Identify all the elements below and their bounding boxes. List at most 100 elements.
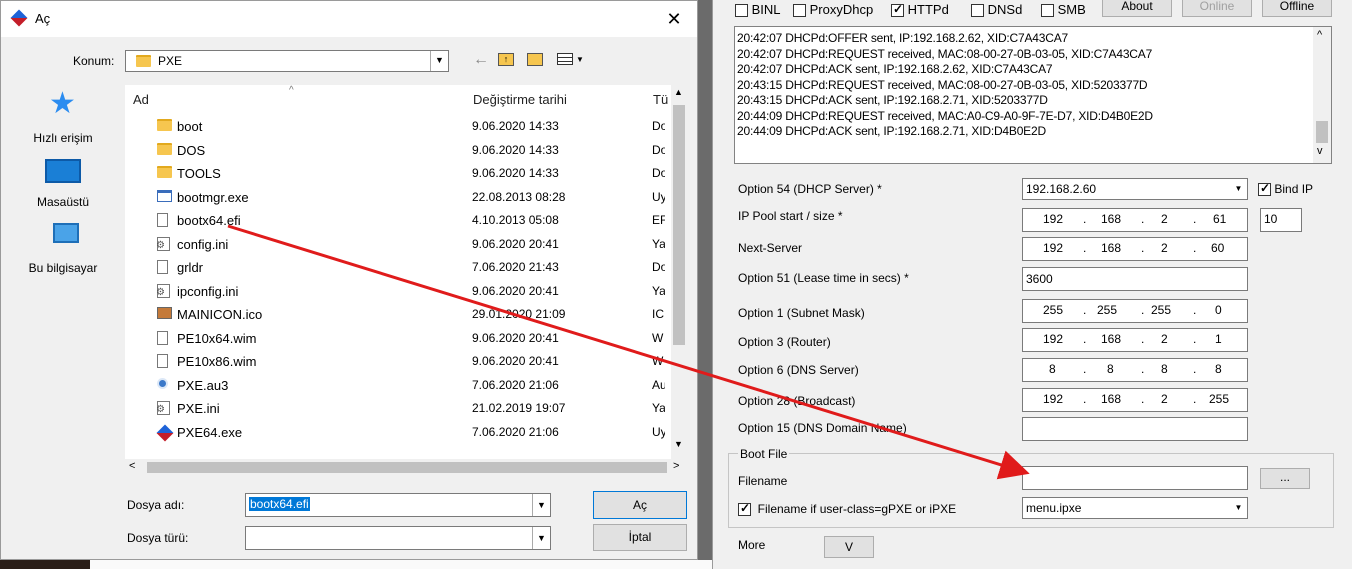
scroll-left-icon[interactable]: < [129, 460, 135, 472]
scroll-right-icon[interactable]: > [673, 460, 679, 472]
chevron-down-icon[interactable]: ▼ [532, 494, 550, 516]
ip-octet[interactable]: 0 [1215, 303, 1222, 317]
file-row[interactable]: PXE64.exe 7.06.2020 21:06 Uy [125, 421, 665, 444]
new-folder-icon[interactable] [527, 53, 543, 66]
ip-octet[interactable]: 192 [1043, 332, 1063, 346]
ip-octet[interactable]: 255 [1043, 303, 1063, 317]
ip-octet[interactable]: 192 [1043, 392, 1063, 406]
bind-ip-checkbox[interactable] [1258, 181, 1271, 197]
boot-filename-field[interactable] [1022, 466, 1248, 490]
place-desktop[interactable]: Masaüstü [9, 157, 117, 212]
file-row[interactable]: PE10x86.wim 9.06.2020 20:41 W [125, 350, 665, 373]
ip-octet[interactable]: 255 [1209, 392, 1229, 406]
ip-octet[interactable]: 192 [1043, 241, 1063, 255]
browse-button[interactable]: ... [1260, 468, 1310, 489]
scroll-down-icon[interactable]: ▼ [674, 439, 683, 449]
service-proxydhcp[interactable]: ProxyDhcp [793, 2, 873, 18]
cancel-button[interactable]: İptal [593, 524, 687, 551]
proxydhcp-checkbox[interactable] [793, 4, 806, 18]
ip-octet[interactable]: 8 [1215, 362, 1222, 376]
bind-ip-toggle[interactable]: Bind IP [1258, 181, 1313, 197]
ip-octet[interactable]: 168 [1101, 241, 1121, 255]
horizontal-scrollbar-thumb[interactable] [147, 462, 667, 473]
place-quick-access[interactable]: ★ Hızlı erişim [9, 87, 117, 149]
ip-octet[interactable]: 2 [1161, 332, 1168, 346]
file-row[interactable]: PXE.ini 21.02.2019 19:07 Ya [125, 397, 665, 420]
smb-checkbox[interactable] [1041, 4, 1054, 18]
ip-octet[interactable]: 168 [1101, 392, 1121, 406]
ip-octet[interactable]: 168 [1101, 332, 1121, 346]
filetype-combobox[interactable]: ▼ [245, 526, 551, 550]
file-row[interactable]: config.ini 9.06.2020 20:41 Ya [125, 233, 665, 256]
column-header-type[interactable]: Tü [653, 92, 668, 107]
scroll-up-icon[interactable]: ^ [1317, 29, 1322, 41]
chevron-down-icon[interactable]: ▼ [532, 527, 550, 549]
ip-octet[interactable]: 1 [1215, 332, 1222, 346]
httpd-checkbox[interactable] [891, 2, 904, 18]
location-combobox[interactable]: PXE ▼ [125, 50, 449, 72]
open-button[interactable]: Aç [593, 491, 687, 519]
pool-start-ip-field[interactable]: 192. 168. 2. 61 [1022, 208, 1248, 232]
place-this-pc[interactable]: Bu bilgisayar [9, 221, 117, 279]
file-row[interactable]: grldr 7.06.2020 21:43 Do [125, 256, 665, 279]
ip-octet[interactable]: 2 [1161, 212, 1168, 226]
ip-octet[interactable]: 60 [1211, 241, 1224, 255]
ipxe-filename-toggle[interactable]: Filename if user-class=gPXE or iPXE [738, 501, 956, 517]
chevron-down-icon[interactable]: ▼ [430, 51, 448, 71]
scroll-down-icon[interactable]: v [1317, 145, 1323, 157]
ip-octet[interactable]: 2 [1161, 241, 1168, 255]
binl-checkbox[interactable] [735, 4, 748, 18]
online-button[interactable]: Online [1182, 0, 1252, 17]
pool-size-field[interactable]: 10 [1260, 208, 1302, 232]
file-row[interactable]: boot 9.06.2020 14:33 Do [125, 115, 665, 138]
file-row[interactable]: bootx64.efi 4.10.2013 05:08 EF [125, 209, 665, 232]
service-binl[interactable]: BINL [735, 2, 781, 18]
dnsd-checkbox[interactable] [971, 4, 984, 18]
scrollbar-thumb[interactable] [673, 105, 685, 345]
column-header-date[interactable]: Değiştirme tarihi [473, 92, 567, 107]
file-row[interactable]: PE10x64.wim 9.06.2020 20:41 W [125, 327, 665, 350]
ip-octet[interactable]: 8 [1049, 362, 1056, 376]
ip-octet[interactable]: 168 [1101, 212, 1121, 226]
about-button[interactable]: About [1102, 0, 1172, 17]
service-httpd[interactable]: HTTPd [891, 2, 949, 18]
log-scrollbar-thumb[interactable] [1316, 121, 1328, 143]
file-row[interactable]: PXE.au3 7.06.2020 21:06 Au [125, 374, 665, 397]
ipxe-filename-combobox[interactable]: menu.ipxe ▼ [1022, 497, 1248, 519]
more-button[interactable]: V [824, 536, 874, 558]
ip-octet[interactable]: 2 [1161, 392, 1168, 406]
scroll-up-icon[interactable]: ▲ [674, 87, 683, 97]
file-row[interactable]: TOOLS 9.06.2020 14:33 Do [125, 162, 665, 185]
lease-time-field[interactable]: 3600 [1022, 267, 1248, 291]
service-smb[interactable]: SMB [1041, 2, 1086, 18]
ipxe-checkbox[interactable] [738, 501, 751, 517]
filename-combobox[interactable]: bootx64.efi ▼ [245, 493, 551, 517]
log-textarea[interactable]: 20:42:07 DHCPd:OFFER sent, IP:192.168.2.… [734, 26, 1332, 164]
router-ip-field[interactable]: 192. 168. 2. 1 [1022, 328, 1248, 352]
view-dropdown-chevron-icon[interactable]: ▼ [576, 55, 584, 64]
column-header-name[interactable]: Ad [133, 92, 149, 107]
vertical-scrollbar[interactable]: ▲ ▼ [671, 85, 687, 459]
log-scrollbar[interactable]: ^ v [1313, 27, 1331, 163]
horizontal-scrollbar[interactable]: < > [125, 459, 687, 476]
ip-octet[interactable]: 255 [1097, 303, 1117, 317]
next-server-ip-field[interactable]: 192. 168. 2. 60 [1022, 237, 1248, 261]
dns-server-ip-field[interactable]: 8. 8. 8. 8 [1022, 358, 1248, 382]
ip-octet[interactable]: 61 [1213, 212, 1226, 226]
subnet-mask-ip-field[interactable]: 255. 255. 255. 0 [1022, 299, 1248, 323]
chevron-down-icon[interactable]: ▼ [1230, 179, 1247, 199]
file-row[interactable]: bootmgr.exe 22.08.2013 08:28 Uy [125, 186, 665, 209]
file-row[interactable]: DOS 9.06.2020 14:33 Do [125, 139, 665, 162]
ip-octet[interactable]: 255 [1151, 303, 1171, 317]
service-dnsd[interactable]: DNSd [971, 2, 1022, 18]
option54-combobox[interactable]: 192.168.2.60 ▼ [1022, 178, 1248, 200]
broadcast-ip-field[interactable]: 192. 168. 2. 255 [1022, 388, 1248, 412]
up-folder-icon[interactable]: ↑ [498, 53, 514, 66]
view-menu-icon[interactable] [557, 53, 573, 65]
file-row[interactable]: ipconfig.ini 9.06.2020 20:41 Ya [125, 280, 665, 303]
filename-value[interactable]: bootx64.efi [249, 497, 310, 511]
dns-domain-field[interactable] [1022, 417, 1248, 441]
ip-octet[interactable]: 192 [1043, 212, 1063, 226]
chevron-down-icon[interactable]: ▼ [1230, 498, 1247, 518]
file-row[interactable]: MAINICON.ico 29.01.2020 21:09 IC [125, 303, 665, 326]
